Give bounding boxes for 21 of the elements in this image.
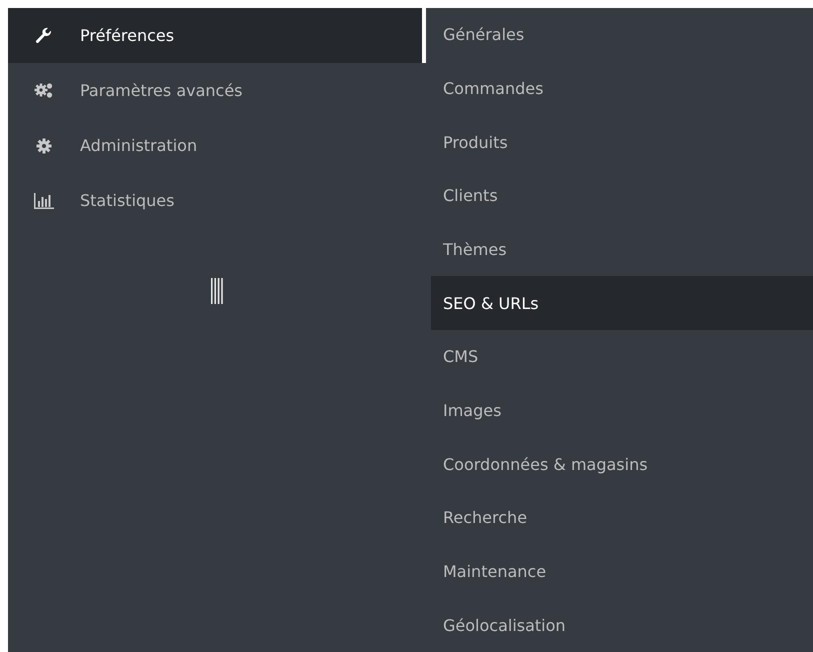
submenu-item[interactable]: Coordonnées & magasins <box>431 437 813 492</box>
menu-item[interactable]: Préférences <box>8 8 426 63</box>
submenu-item[interactable]: Recherche <box>431 491 813 545</box>
submenu-item[interactable]: Produits <box>431 115 813 170</box>
submenu-item[interactable]: Générales <box>431 8 813 62</box>
submenu-item[interactable]: SEO & URLs <box>431 276 813 330</box>
menu-item[interactable]: Statistiques <box>8 173 426 228</box>
gear-icon <box>36 138 52 154</box>
submenu-item[interactable]: Commandes <box>431 62 813 116</box>
submenu-item[interactable]: Clients <box>431 169 813 223</box>
submenu-item[interactable]: Thèmes <box>431 222 813 276</box>
bar-chart-icon <box>34 192 54 208</box>
menu-item[interactable]: Paramètres avancés <box>8 63 426 118</box>
collapse-icon[interactable] <box>211 278 223 304</box>
menu-item[interactable]: Administration <box>8 118 426 173</box>
submenu-item[interactable]: CMS <box>431 330 813 384</box>
submenu-item[interactable]: Maintenance <box>431 544 813 598</box>
submenu-item[interactable]: Images <box>431 384 813 438</box>
wrench-icon <box>35 26 53 44</box>
gears-icon <box>34 82 54 100</box>
submenu-item[interactable]: Géolocalisation <box>431 598 813 652</box>
